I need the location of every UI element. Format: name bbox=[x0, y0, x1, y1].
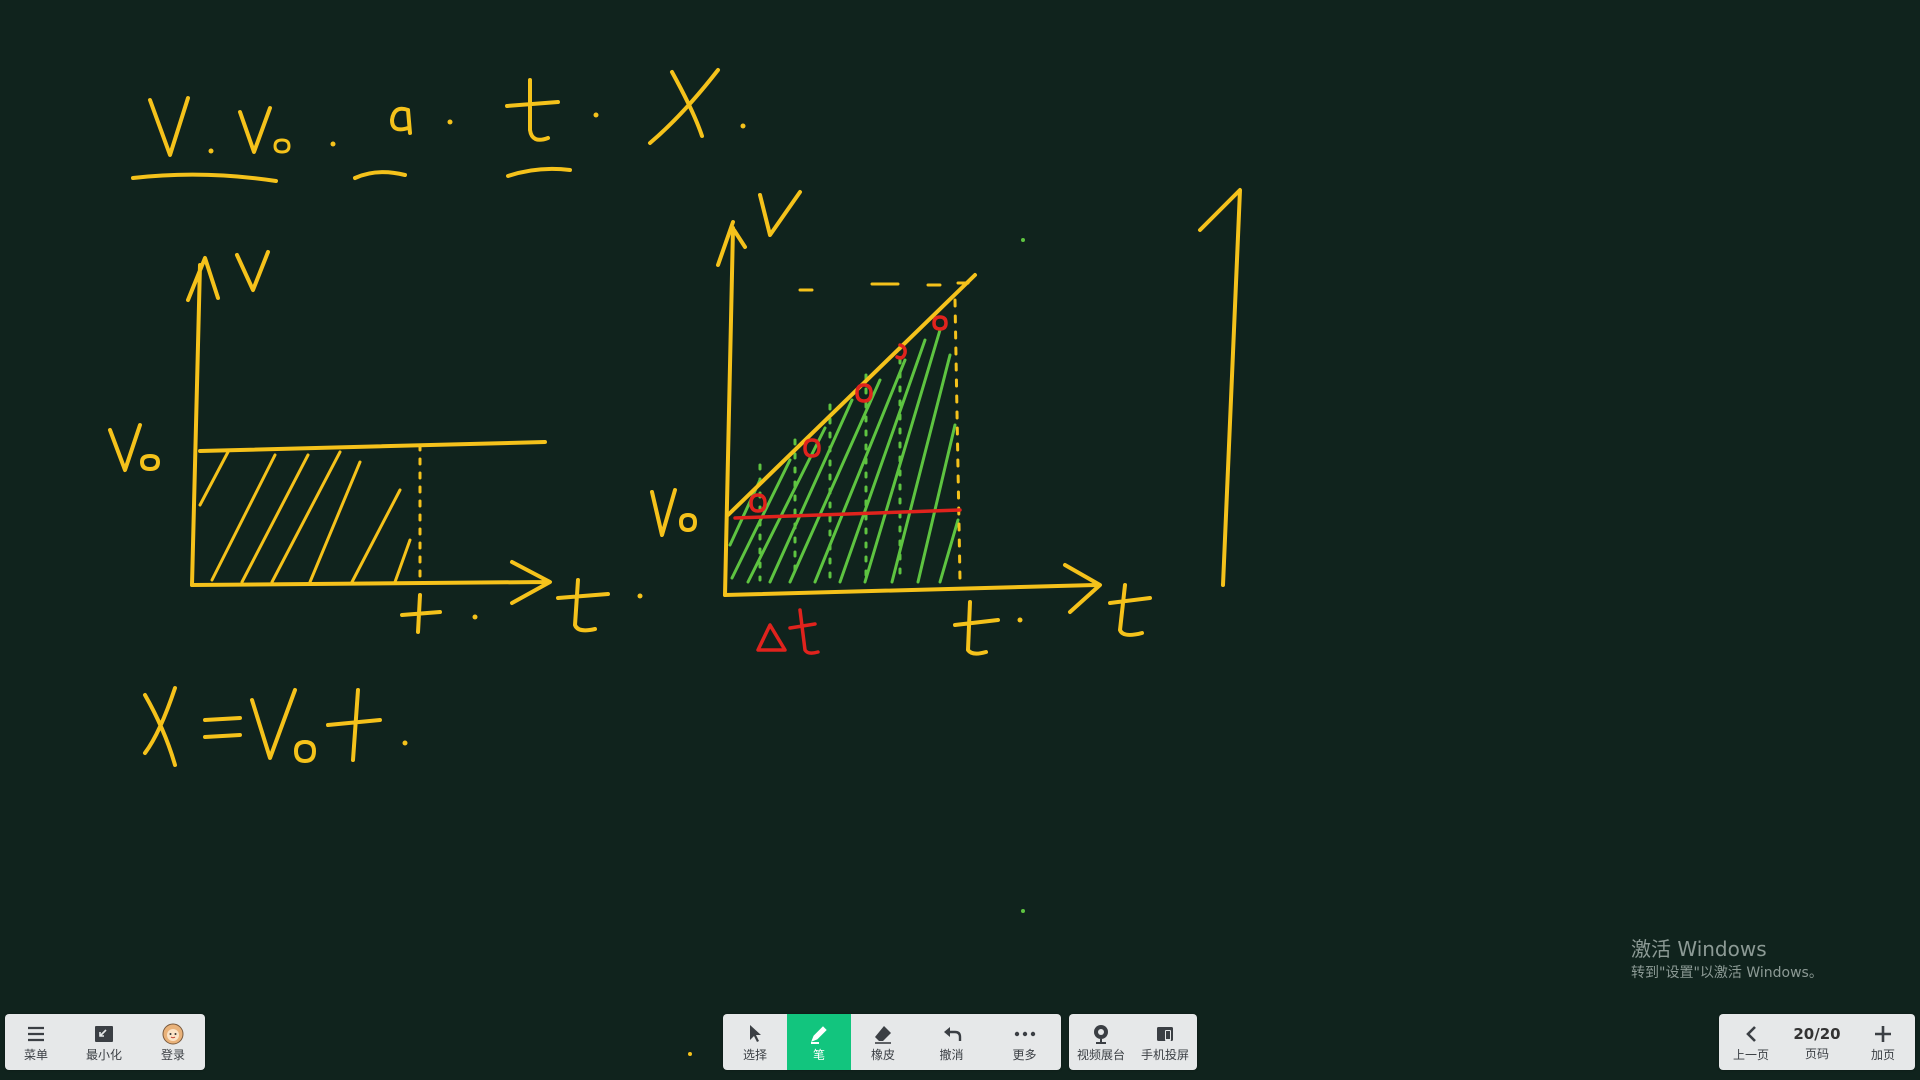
g2-red-line bbox=[733, 508, 962, 520]
cursor-icon bbox=[744, 1023, 766, 1045]
select-tool-label: 选择 bbox=[742, 1047, 767, 1062]
g1-t-axis-label bbox=[556, 578, 610, 633]
menu-button[interactable]: 菜单 bbox=[5, 1014, 67, 1070]
g2-v-label bbox=[758, 190, 802, 237]
undo-button[interactable]: 撤消 bbox=[915, 1014, 988, 1070]
login-button[interactable]: 登录 bbox=[141, 1014, 205, 1070]
prev-page-button[interactable]: 上一页 bbox=[1719, 1014, 1783, 1070]
phone-cast-label: 手机投屏 bbox=[1140, 1047, 1189, 1062]
handwritten-t bbox=[505, 78, 560, 142]
g1-t-mark bbox=[400, 593, 442, 634]
g2-slope-line bbox=[726, 273, 977, 517]
g1-v0-label bbox=[108, 423, 160, 472]
page-indicator-label: 页码 bbox=[1804, 1046, 1829, 1061]
graph-constant-velocity bbox=[108, 250, 643, 634]
add-page-button[interactable]: 加页 bbox=[1851, 1014, 1915, 1070]
vertical-divider-stroke bbox=[1198, 188, 1242, 587]
phone-cast-button[interactable]: 手机投屏 bbox=[1133, 1014, 1197, 1070]
minimize-button[interactable]: 最小化 bbox=[67, 1014, 141, 1070]
graph-accelerated-motion bbox=[650, 190, 1152, 656]
video-booth-label: 视频展台 bbox=[1076, 1047, 1125, 1062]
page-count: 20/20 bbox=[1793, 1024, 1841, 1043]
eraser-tool-button[interactable]: 橡皮 bbox=[851, 1014, 915, 1070]
more-label: 更多 bbox=[1012, 1047, 1037, 1062]
g2-t-axis bbox=[723, 563, 1102, 614]
more-icon bbox=[1014, 1023, 1036, 1045]
g1-t-axis bbox=[190, 560, 552, 605]
menu-icon bbox=[25, 1023, 47, 1045]
g1-hatching bbox=[198, 450, 412, 584]
g1-v-label bbox=[235, 250, 270, 292]
undo-icon bbox=[941, 1023, 963, 1045]
minimize-icon bbox=[93, 1023, 115, 1045]
center-toolbar: 选择 笔 橡皮 撤消 更多 bbox=[723, 1014, 1061, 1070]
whiteboard-canvas[interactable] bbox=[0, 0, 1920, 1080]
media-toolbar: 视频展台 手机投屏 bbox=[1069, 1014, 1197, 1070]
chevron-left-icon bbox=[1740, 1023, 1762, 1045]
plus-icon bbox=[1872, 1023, 1894, 1045]
handwritten-v bbox=[148, 96, 190, 157]
eraser-icon bbox=[872, 1023, 894, 1045]
select-tool-button[interactable]: 选择 bbox=[723, 1014, 787, 1070]
g1-v-axis bbox=[186, 256, 220, 587]
undo-label: 撤消 bbox=[939, 1047, 964, 1062]
minimize-label: 最小化 bbox=[85, 1047, 122, 1062]
handwritten-v0 bbox=[238, 106, 272, 154]
handwritten-x bbox=[648, 68, 720, 145]
g1-v0-line bbox=[198, 440, 547, 453]
add-page-label: 加页 bbox=[1870, 1047, 1895, 1062]
pen-tool-button[interactable]: 笔 bbox=[787, 1014, 851, 1070]
more-button[interactable]: 更多 bbox=[988, 1014, 1061, 1070]
g2-green-hatching bbox=[728, 328, 960, 584]
page-indicator[interactable]: 20/20 页码 bbox=[1783, 1014, 1851, 1070]
watermark-title: 激活 Windows bbox=[1631, 937, 1767, 961]
eraser-tool-label: 橡皮 bbox=[870, 1047, 895, 1062]
pen-icon bbox=[808, 1023, 830, 1045]
camera-icon bbox=[1090, 1023, 1112, 1045]
menu-label: 菜单 bbox=[23, 1047, 48, 1062]
variables-list bbox=[131, 68, 746, 183]
g2-t-mark bbox=[953, 600, 1000, 656]
g2-v0-label bbox=[650, 488, 697, 537]
formula-x-equals-v0t bbox=[143, 686, 408, 767]
avatar-icon bbox=[162, 1023, 184, 1045]
left-toolbar: 菜单 最小化 登录 bbox=[5, 1014, 205, 1070]
windows-activation-watermark: 激活 Windows 转到"设置"以激活 Windows。 bbox=[1631, 935, 1823, 983]
pen-tool-label: 笔 bbox=[812, 1047, 825, 1062]
login-label: 登录 bbox=[160, 1047, 185, 1062]
video-booth-button[interactable]: 视频展台 bbox=[1069, 1014, 1133, 1070]
g2-delta-t-label bbox=[756, 608, 820, 655]
handwritten-a bbox=[390, 106, 412, 135]
prev-page-label: 上一页 bbox=[1732, 1047, 1769, 1062]
cast-icon bbox=[1154, 1023, 1176, 1045]
g2-t-axis-label bbox=[1108, 583, 1152, 637]
watermark-subtitle: 转到"设置"以激活 Windows。 bbox=[1631, 965, 1823, 981]
page-toolbar: 上一页 20/20 页码 加页 bbox=[1719, 1014, 1915, 1070]
